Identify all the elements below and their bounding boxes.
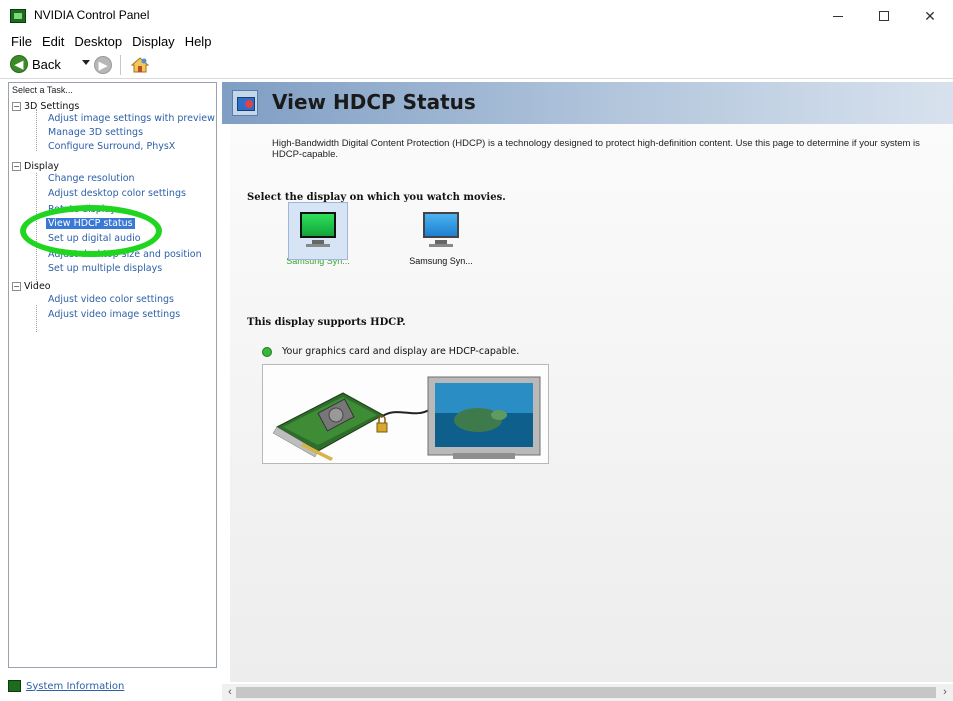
graphics-card-to-tv-illustration [263, 365, 548, 463]
category-label: Video [24, 281, 51, 292]
task-panel: Select a Task... − 3D Settings Adjust im… [8, 82, 217, 668]
horizontal-scrollbar[interactable]: ‹ › [222, 684, 953, 701]
monitor-screen [300, 212, 336, 238]
display-option-2[interactable]: Samsung Syn... [396, 210, 486, 266]
close-button[interactable]: ✕ [907, 0, 953, 32]
category-label: Display [24, 161, 60, 172]
minimize-button[interactable] [815, 0, 861, 32]
monitor-base [429, 244, 453, 247]
task-adjust-desktop-color-settings[interactable]: Adjust desktop color settings [48, 188, 186, 199]
tree-category-video[interactable]: − Video [12, 281, 51, 292]
task-panel-header: Select a Task... [12, 85, 73, 95]
highlight-ellipse-annotation [20, 205, 162, 257]
tv-image [427, 376, 541, 459]
window-title: NVIDIA Control Panel [34, 8, 150, 22]
system-information-icon [8, 680, 21, 692]
page-description: High-Bandwidth Digital Content Protectio… [272, 138, 920, 160]
menu-help[interactable]: Help [180, 33, 217, 51]
maximize-icon [879, 11, 889, 21]
scroll-left-icon[interactable]: ‹ [224, 684, 236, 701]
maximize-button[interactable] [861, 0, 907, 32]
monitor-screen [423, 212, 459, 238]
select-display-label: Select the display on which you watch mo… [247, 192, 506, 203]
forward-arrow-icon[interactable]: ▶ [94, 56, 112, 74]
task-configure-surround-physx[interactable]: Configure Surround, PhysX [48, 141, 175, 152]
back-button[interactable]: ◀ Back [10, 55, 61, 73]
hdcp-status-text: Your graphics card and display are HDCP-… [282, 346, 520, 357]
task-change-resolution[interactable]: Change resolution [48, 173, 135, 184]
menu-file[interactable]: File [6, 33, 37, 51]
minimize-icon [833, 15, 843, 17]
hdcp-support-label: This display supports HDCP. [247, 317, 406, 328]
system-information-label: System Information [26, 680, 125, 692]
close-icon: ✕ [924, 7, 936, 24]
menu-edit[interactable]: Edit [37, 33, 69, 51]
task-adjust-video-image-settings[interactable]: Adjust video image settings [48, 309, 180, 320]
monitor-icon [421, 210, 461, 250]
menu-desktop[interactable]: Desktop [69, 33, 127, 51]
content-panel: View HDCP Status High-Bandwidth Digital … [222, 82, 953, 682]
menu-bar: File Edit Desktop Display Help [0, 33, 953, 51]
menu-display[interactable]: Display [127, 33, 180, 51]
category-label: 3D Settings [24, 101, 80, 112]
display-label: Samsung Syn... [409, 256, 473, 266]
page-title: View HDCP Status [272, 90, 476, 114]
task-set-up-multiple-displays[interactable]: Set up multiple displays [48, 263, 162, 274]
scroll-right-icon[interactable]: › [939, 684, 951, 701]
back-arrow-icon: ◀ [10, 55, 28, 73]
collapse-icon[interactable]: − [12, 102, 21, 111]
monitor-icon [288, 202, 348, 260]
scroll-thumb[interactable] [236, 687, 936, 698]
page-header: View HDCP Status [222, 82, 953, 124]
check-icon [262, 346, 272, 357]
toolbar: ◀ Back ▶ [0, 51, 953, 79]
toolbar-separator [120, 55, 121, 75]
tree-category-display[interactable]: − Display [12, 161, 59, 172]
lock-icon [376, 422, 388, 433]
tree-category-3d-settings[interactable]: − 3D Settings [12, 101, 79, 112]
hdcp-illustration [262, 364, 549, 464]
nvidia-app-icon [10, 9, 26, 23]
tree-guide-line [36, 305, 37, 332]
hdcp-status-row: Your graphics card and display are HDCP-… [262, 346, 519, 357]
task-manage-3d-settings[interactable]: Manage 3D settings [48, 127, 143, 138]
monitor-base [306, 244, 330, 247]
tree-guide-line [36, 109, 37, 151]
display-option-1[interactable]: Samsung Syn... [273, 202, 363, 266]
home-icon[interactable] [130, 55, 150, 75]
task-adjust-image-settings-with-preview[interactable]: Adjust image settings with preview [48, 113, 215, 124]
task-adjust-video-color-settings[interactable]: Adjust video color settings [48, 294, 174, 305]
back-label: Back [32, 56, 61, 72]
hdcp-page-icon [232, 90, 258, 116]
back-history-dropdown-icon[interactable] [82, 60, 90, 65]
collapse-icon[interactable]: − [12, 162, 21, 171]
system-information-link[interactable]: System Information [8, 680, 124, 692]
title-bar: NVIDIA Control Panel ✕ [0, 0, 953, 32]
collapse-icon[interactable]: − [12, 282, 21, 291]
